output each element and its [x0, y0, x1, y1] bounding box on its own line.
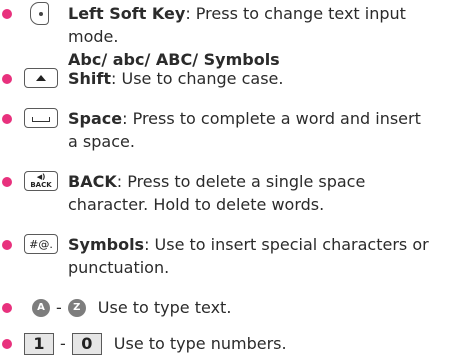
item-description: : Press to complete a word and insert — [122, 109, 421, 128]
letter-key-z-icon: Z — [67, 298, 86, 317]
left-soft-key-icon — [24, 2, 49, 25]
bullet-icon — [2, 74, 12, 84]
item-description: : Use to insert special characters or — [144, 235, 429, 254]
item-term: Shift — [68, 69, 112, 88]
item-term: BACK — [68, 172, 117, 191]
item-description-line2: a space. — [68, 132, 135, 151]
symbols-key-icon: #@. — [24, 234, 58, 254]
bullet-icon — [2, 240, 12, 250]
item-description-line2: punctuation. — [68, 258, 170, 277]
bullet-icon — [2, 114, 12, 124]
number-key-1-icon: 1 — [24, 332, 54, 355]
back-key-icon: ◀) BACK — [24, 171, 58, 191]
item-description: : Use to change case. — [111, 69, 284, 88]
bullet-icon — [2, 303, 12, 313]
item-text: Symbols: Use to insert special character… — [68, 233, 453, 279]
range-separator: - — [56, 298, 62, 317]
space-key-icon — [24, 108, 58, 128]
item-text: Space: Press to complete a word and inse… — [68, 107, 453, 153]
shift-key-icon — [24, 68, 58, 88]
symbols-key-label: #@. — [29, 237, 53, 251]
bullet-icon — [2, 177, 12, 187]
item-text: Shift: Use to change case. — [68, 67, 453, 90]
item-term: Left Soft Key — [68, 4, 186, 23]
letter-keys-range: A - Z Use to type text. — [32, 296, 231, 319]
number-key-0-icon: 0 — [71, 332, 102, 355]
item-text: BACK: Press to delete a single space cha… — [68, 170, 453, 216]
item-description: Use to type text. — [97, 298, 232, 317]
back-key-label: BACK — [30, 181, 52, 189]
number-keys-range: 1 - 0 Use to type numbers. — [24, 332, 287, 355]
range-separator: - — [60, 334, 66, 353]
bullet-icon — [2, 9, 12, 19]
item-text: Left Soft Key: Press to change text inpu… — [68, 2, 453, 71]
bullet-icon — [2, 339, 12, 349]
item-term: Symbols — [68, 235, 145, 254]
item-description: Use to type numbers. — [113, 334, 287, 353]
letter-key-a-icon: A — [32, 298, 50, 317]
item-description: : Press to delete a single space — [116, 172, 366, 191]
item-term: Space — [68, 109, 123, 128]
item-description-line2: character. Hold to delete words. — [68, 195, 325, 214]
